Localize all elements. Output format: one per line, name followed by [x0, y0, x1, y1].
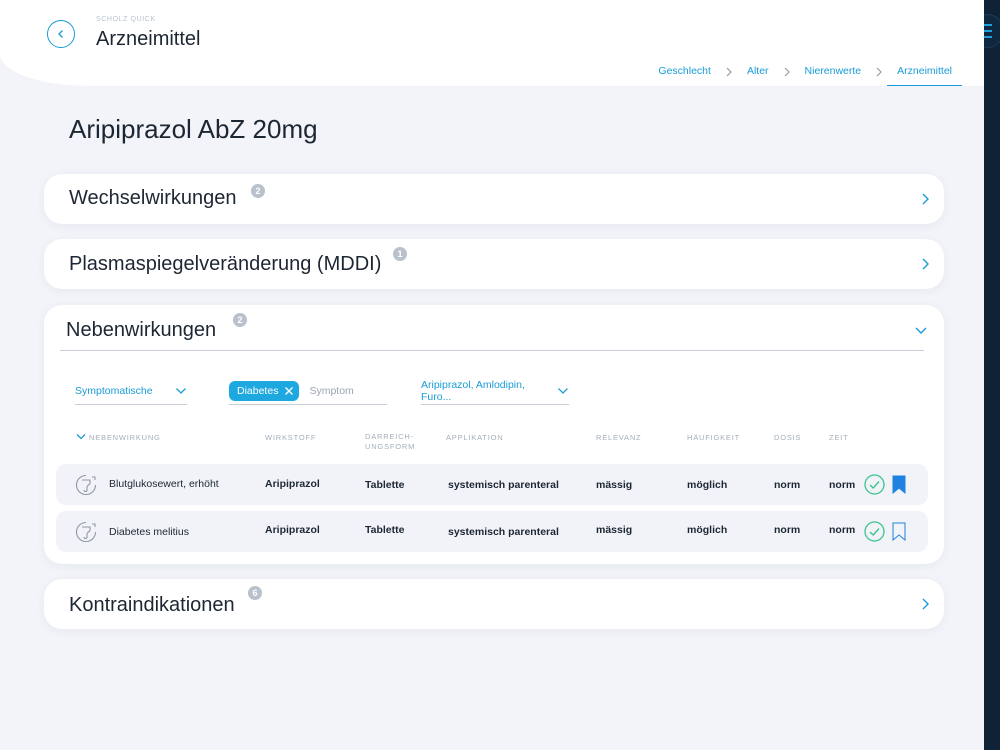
- breadcrumb-nierenwerte[interactable]: Nierenwerte: [795, 58, 872, 86]
- chevron-left-icon: [58, 30, 63, 38]
- category-select[interactable]: Symptomatische: [75, 377, 187, 405]
- count-badge: 2: [233, 313, 247, 327]
- section-kontraindikationen[interactable]: Kontraindikationen 6: [44, 579, 944, 629]
- drug-value: Aripiprazol, Amlodipin, Furo...: [421, 378, 525, 403]
- cell-wirkstoff: Aripiprazol: [265, 524, 320, 536]
- cell-dosis: norm: [774, 479, 801, 491]
- symptom-input[interactable]: Symptom: [309, 385, 353, 397]
- section-title: Wechselwirkungen: [69, 187, 237, 209]
- chip-label: Diabetes: [237, 384, 279, 397]
- cell-darreichungsform: Tablette: [365, 479, 405, 491]
- cell-zeit: norm: [829, 524, 856, 536]
- cell-haeufigkeit: möglich: [687, 479, 728, 491]
- column-header-wirkstoff[interactable]: WIRKSTOFF: [265, 433, 316, 443]
- brand-label: SCHOLZ QUICK: [96, 16, 156, 23]
- column-header-dosis[interactable]: DOSIS: [774, 433, 801, 443]
- column-header-nebenwirkung[interactable]: NEBENWIRKUNG: [89, 433, 161, 443]
- column-header-haeufigkeit[interactable]: HÄUFIGKEIT: [687, 433, 740, 443]
- bookmark-icon[interactable]: [892, 522, 906, 541]
- app-title: Arzneimittel: [96, 28, 201, 50]
- column-header-line: UNGSFORM: [365, 442, 416, 451]
- drug-select[interactable]: Aripiprazol, Amlodipin, Furo...: [421, 377, 569, 405]
- chevron-right-icon: [871, 67, 887, 77]
- cell-haeufigkeit: möglich: [687, 524, 728, 536]
- check-circle-icon[interactable]: [864, 474, 885, 495]
- table-row[interactable]: Blutglukosewert, erhöht Aripiprazol Tabl…: [56, 464, 928, 505]
- chevron-right-icon: [779, 67, 795, 77]
- count-badge: 6: [248, 586, 262, 600]
- chevron-down-icon: [176, 387, 186, 394]
- bookmark-icon[interactable]: [892, 475, 906, 494]
- column-header-applikation[interactable]: APPLIKATION: [446, 433, 503, 443]
- cell-relevanz: mässig: [596, 479, 633, 491]
- table-row[interactable]: Diabetes melitius Aripiprazol Tablette s…: [56, 511, 928, 552]
- close-icon[interactable]: [284, 386, 294, 396]
- section-title: Kontraindikationen: [69, 594, 235, 616]
- cell-applikation: systemisch parenteral: [448, 479, 559, 491]
- category-value: Symptomatische: [75, 384, 153, 397]
- chevron-right-icon: [721, 67, 737, 77]
- cell-relevanz: mässig: [596, 524, 633, 536]
- digestion-icon: [75, 474, 97, 496]
- sidebar-strip: [984, 0, 1000, 750]
- page-title: Aripiprazol AbZ 20mg: [69, 114, 318, 144]
- app-header: SCHOLZ QUICK Arzneimittel Geschlecht Alt…: [0, 0, 984, 86]
- chevron-right-icon: [922, 193, 929, 205]
- digestion-icon: [75, 521, 97, 543]
- sort-chevron-icon[interactable]: [76, 433, 86, 441]
- back-button[interactable]: [47, 20, 75, 48]
- column-header-darreichungsform[interactable]: DARREICH- UNGSFORM: [365, 432, 415, 452]
- column-header-zeit[interactable]: ZEIT: [829, 433, 848, 443]
- column-header-relevanz[interactable]: RELEVANZ: [596, 433, 641, 443]
- chevron-down-icon: [558, 387, 568, 394]
- filter-chip-diabetes[interactable]: Diabetes: [229, 380, 300, 401]
- count-badge: 1: [393, 247, 407, 261]
- symptom-filter[interactable]: Diabetes Symptom: [229, 377, 387, 405]
- chevron-right-icon: [922, 258, 929, 270]
- section-title[interactable]: Nebenwirkungen: [66, 319, 216, 342]
- column-header-line: DARREICH-: [365, 432, 414, 441]
- section-title: Plasmaspiegelveränderung (MDDI): [69, 253, 382, 275]
- check-circle-icon[interactable]: [864, 521, 885, 542]
- cell-applikation: systemisch parenteral: [448, 526, 559, 538]
- count-badge: 2: [251, 184, 265, 198]
- cell-zeit: norm: [829, 479, 856, 491]
- breadcrumb-arzneimittel[interactable]: Arzneimittel: [887, 58, 962, 86]
- chevron-down-icon[interactable]: [914, 325, 928, 335]
- cell-dosis: norm: [774, 524, 801, 536]
- section-nebenwirkungen: Nebenwirkungen 2 Symptomatische Diabetes…: [44, 305, 944, 564]
- section-wechselwirkungen[interactable]: Wechselwirkungen 2: [44, 174, 944, 224]
- section-plasmaspiegel[interactable]: Plasmaspiegelveränderung (MDDI) 1: [44, 239, 944, 289]
- breadcrumb-alter[interactable]: Alter: [737, 58, 779, 86]
- section-divider: [60, 350, 924, 351]
- breadcrumb-geschlecht[interactable]: Geschlecht: [648, 58, 721, 86]
- cell-wirkstoff: Aripiprazol: [265, 478, 320, 490]
- cell-nebenwirkung: Diabetes melitius: [109, 526, 189, 538]
- cell-nebenwirkung: Blutglukosewert, erhöht: [109, 478, 219, 490]
- cell-darreichungsform: Tablette: [365, 524, 405, 536]
- breadcrumb: Geschlecht Alter Nierenwerte Arzneimitte…: [648, 58, 962, 86]
- chevron-right-icon: [922, 598, 929, 610]
